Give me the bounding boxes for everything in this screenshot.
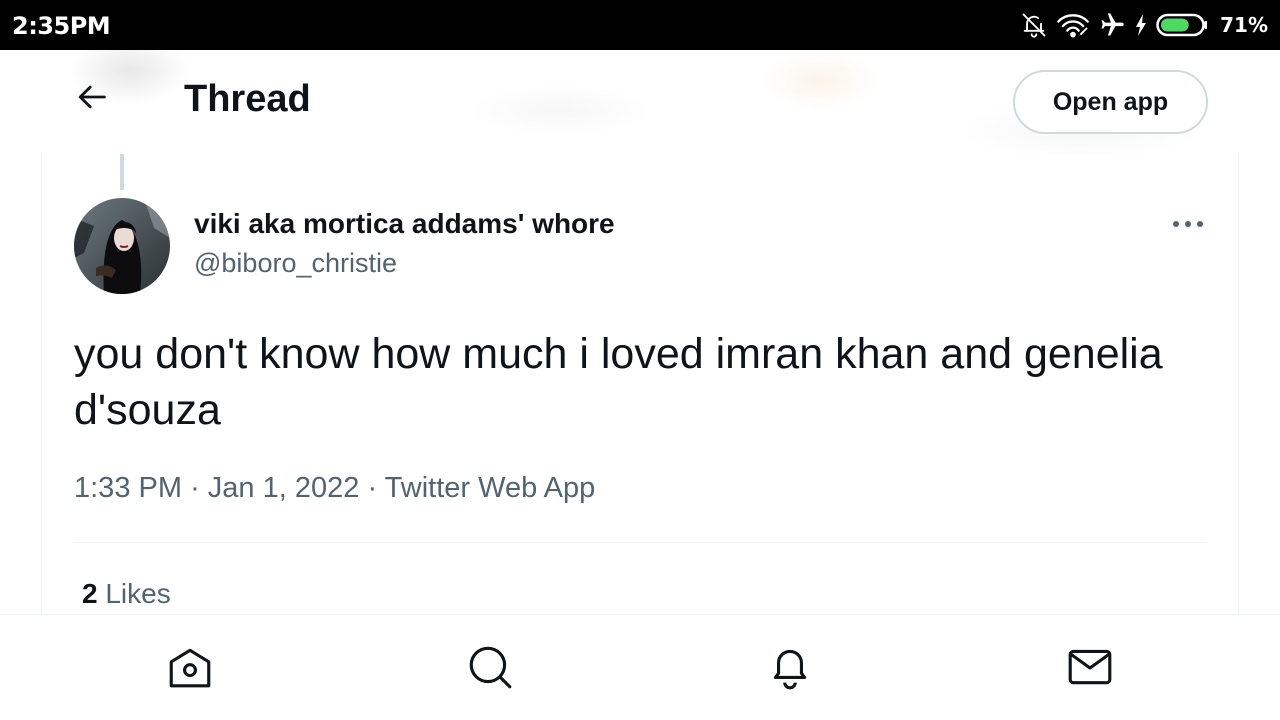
home-icon [165, 642, 215, 697]
status-bar: 2:35PM 71% [0, 0, 1280, 50]
status-time: 2:35PM [12, 12, 111, 40]
charging-bolt-icon [1134, 13, 1148, 37]
battery-icon [1156, 12, 1208, 38]
status-icons: 71% [1020, 10, 1268, 40]
likes-label: Likes [105, 578, 171, 609]
page-title: Thread [184, 78, 311, 120]
arrow-left-icon [76, 80, 110, 119]
meta-separator: · [190, 472, 200, 504]
airplane-icon [1098, 11, 1126, 39]
tweet-time[interactable]: 1:33 PM [74, 472, 182, 504]
bell-muted-icon [1020, 11, 1048, 39]
author-name[interactable]: viki aka mortica addams' whore [194, 208, 615, 240]
avatar[interactable] [74, 198, 170, 294]
more-options-button[interactable] [1166, 208, 1210, 240]
search-icon [465, 642, 515, 697]
nav-explore[interactable] [460, 639, 520, 699]
thread-connector-line [120, 154, 124, 190]
bottom-nav [0, 614, 1280, 720]
author-handle[interactable]: @biboro_christie [194, 248, 397, 279]
open-app-button[interactable]: Open app [1013, 70, 1208, 134]
meta-separator: · [367, 472, 378, 504]
back-button[interactable] [70, 76, 116, 122]
wifi-icon [1056, 11, 1090, 39]
likes-link[interactable]: 2 Likes [82, 578, 171, 610]
more-horizontal-icon [1172, 215, 1204, 233]
mail-icon [1065, 642, 1115, 697]
nav-home[interactable] [160, 639, 220, 699]
bell-icon [765, 642, 815, 697]
divider [74, 542, 1206, 543]
tweet-date[interactable]: Jan 1, 2022 [208, 472, 360, 504]
tweet-text: you don't know how much i loved imran kh… [74, 330, 1163, 434]
nav-notifications[interactable] [760, 639, 820, 699]
battery-percent: 71% [1220, 13, 1268, 37]
likes-count: 2 [82, 578, 98, 609]
tweet-card: viki aka mortica addams' whore @biboro_c… [41, 154, 1239, 614]
tweet-source[interactable]: Twitter Web App [385, 472, 596, 504]
tweet-meta: 1:33 PM · Jan 1, 2022 · Twitter Web App [74, 472, 595, 505]
nav-messages[interactable] [1060, 639, 1120, 699]
thread-header: Thread Open app [0, 50, 1280, 154]
